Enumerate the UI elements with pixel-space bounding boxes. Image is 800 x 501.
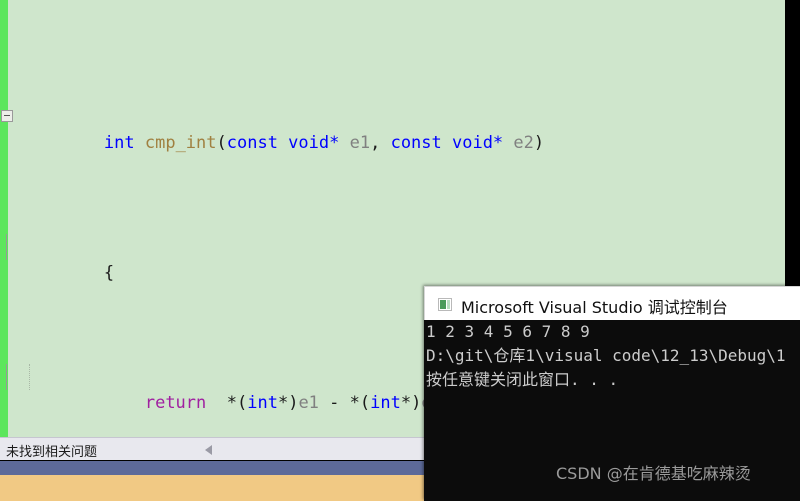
token-expr-mid2: *) [400,393,422,413]
token-return-type: int [103,133,135,153]
token-paren-open: ( [216,133,227,153]
console-output-line: D:\git\仓库1\visual code\12_13\Debug\1 [426,346,786,365]
triangle-left-icon[interactable] [205,445,212,455]
console-output-line: 按任意键关闭此窗口. . . [426,370,619,389]
console-title-text: Microsoft Visual Studio 调试控制台 [461,298,728,317]
token-e1: e1 [298,393,319,413]
token-expr-star1: *( [226,393,248,413]
csdn-watermark: CSDN @在肯德基吃麻辣烫 [556,464,751,483]
token-space2 [339,133,349,153]
token-brace-open: { [103,263,115,283]
token-param1-type: const void* [226,133,340,153]
scope-guide [6,364,7,390]
scope-guide [6,234,7,260]
app-window: int cmp_int(const void* e1, const void* … [0,0,800,501]
code-line-2[interactable]: { [0,234,785,283]
token-param2-type: const void* [390,133,504,153]
token-paren-close: ) [533,133,545,153]
token-cast-int2: int [370,393,401,413]
token-comma: , [370,133,391,153]
console-title-bar[interactable]: Microsoft Visual Studio 调试控制台 [424,286,800,320]
indent-guide [29,364,30,390]
token-minus: - *( [318,393,371,413]
token-param2-name: e2 [513,133,534,153]
token-cast-int1: int [247,393,278,413]
token-keyword-return: return [144,393,207,413]
code-line-1[interactable]: int cmp_int(const void* e1, const void* … [0,104,785,153]
console-app-icon [438,298,452,311]
token-space3 [503,133,513,153]
token-expr-mid1: *) [277,393,299,413]
token-function-name: cmp_int [144,133,217,153]
fold-toggle-icon[interactable] [1,110,13,122]
token-param1-name: e1 [349,133,371,153]
console-output-line: 1 2 3 4 5 6 7 8 9 [426,322,590,341]
status-message: 未找到相关问题 [6,445,98,460]
